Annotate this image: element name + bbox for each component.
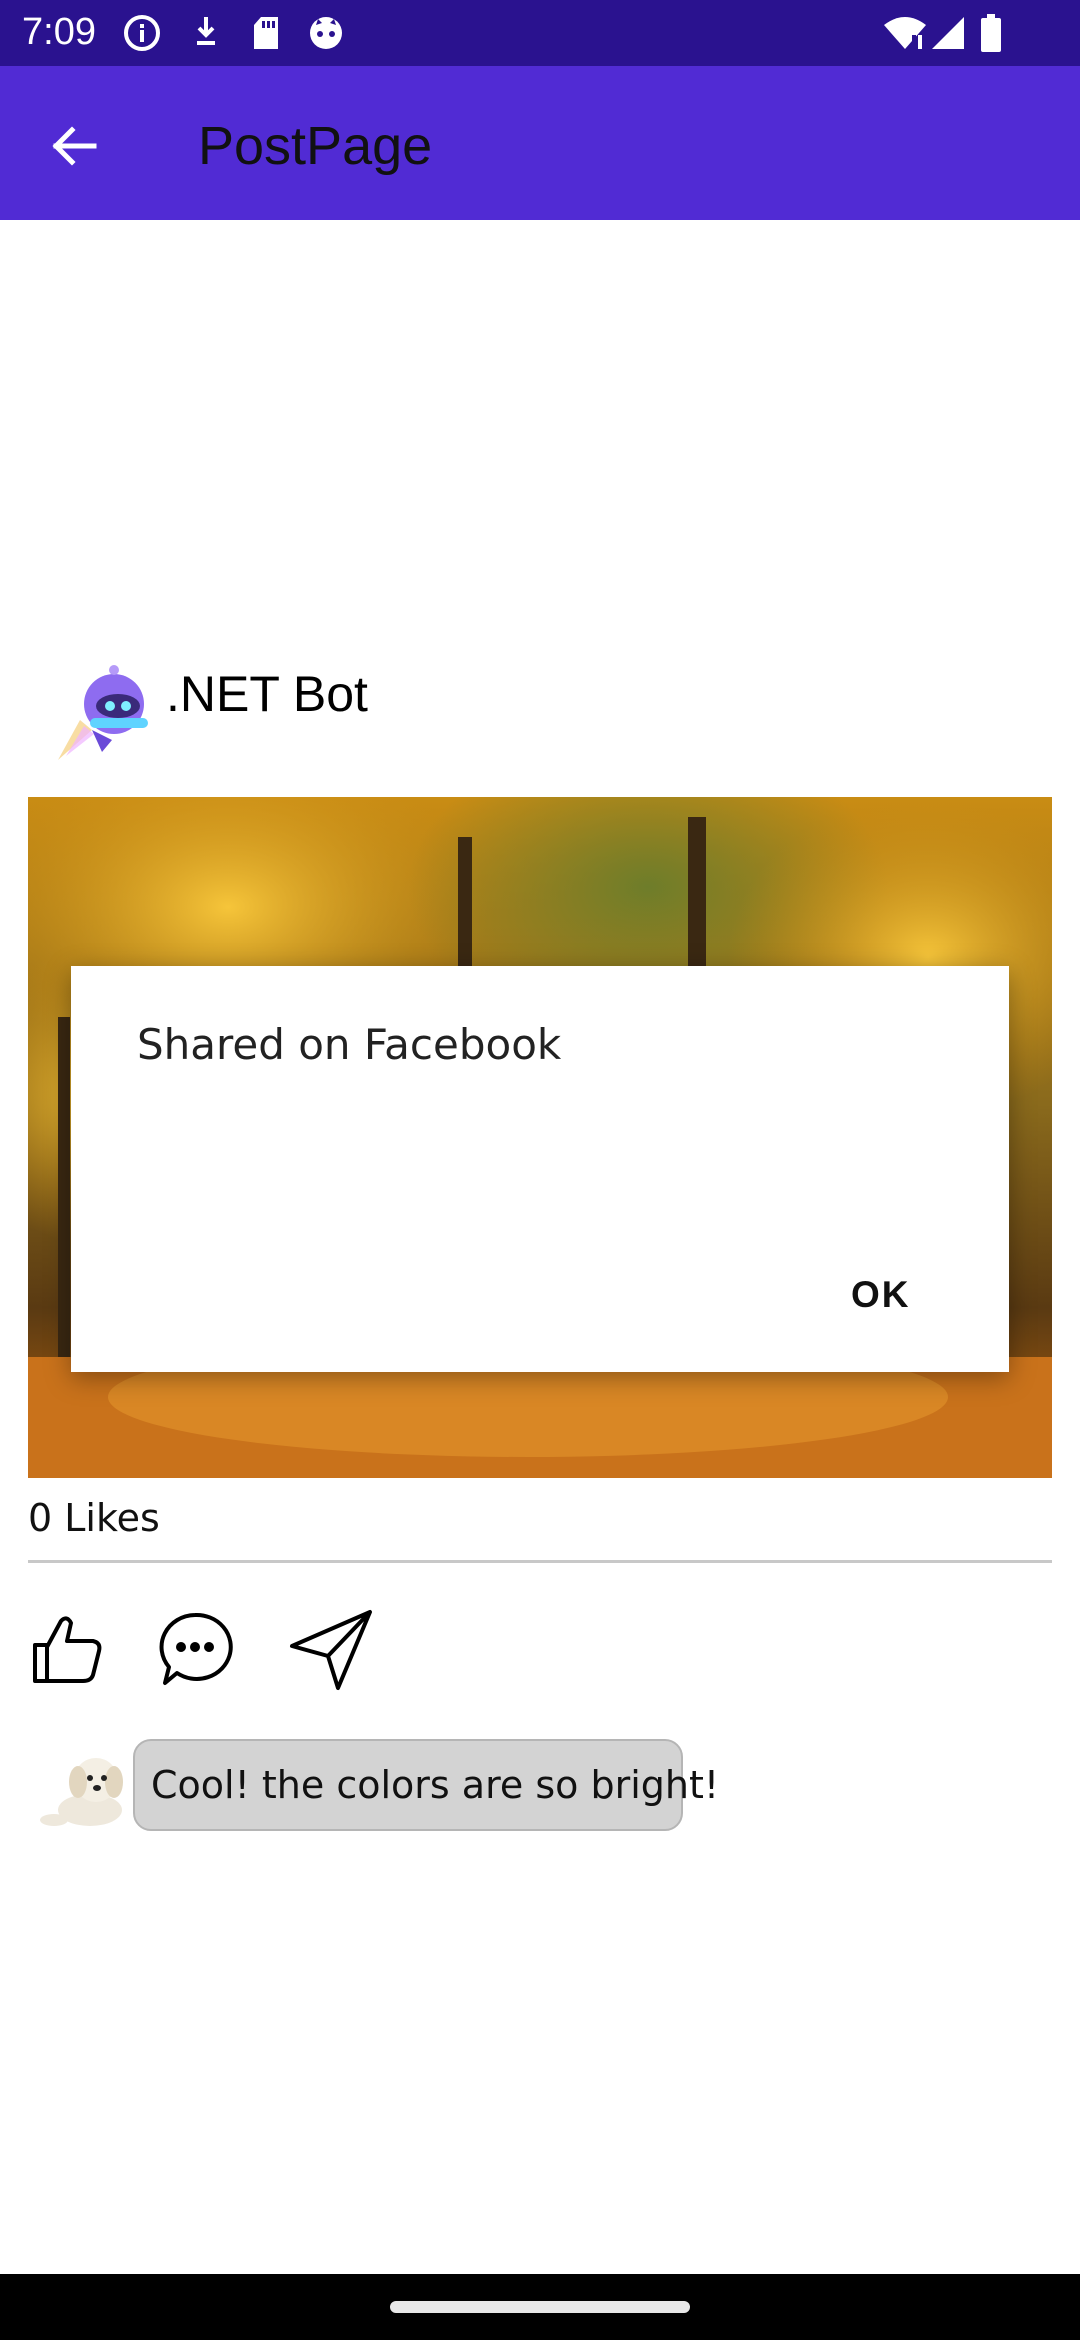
share-icon: [290, 1610, 372, 1690]
commenter-avatar: [38, 1750, 130, 1832]
comment-icon: [159, 1612, 233, 1685]
like-icon: [33, 1616, 102, 1683]
comment-bubble: Cool! the colors are so bright!: [133, 1739, 719, 1831]
ok-button[interactable]: OK: [851, 1272, 911, 1318]
signal-icon: [928, 14, 968, 52]
post-author: .NET Bot: [166, 666, 368, 722]
home-gesture-handle[interactable]: [390, 2301, 690, 2313]
sd-card-icon: [246, 14, 286, 52]
alert-dialog: Shared on Facebook OK: [71, 966, 1009, 1372]
app-bar: PostPage: [0, 66, 1080, 220]
cat-face-icon: [306, 14, 346, 52]
page-title: PostPage: [198, 116, 433, 176]
dialog-message: Shared on Facebook: [137, 1020, 562, 1069]
status-time: 7:09: [22, 11, 96, 53]
status-bar: 7:09: [0, 0, 1080, 66]
download-icon: [186, 14, 226, 52]
bot-avatar: [52, 660, 162, 770]
battery-icon: [976, 14, 1006, 52]
comment-text: Cool! the colors are so bright!: [151, 1763, 720, 1807]
back-button[interactable]: [34, 106, 114, 186]
share-button[interactable]: [286, 1604, 376, 1694]
navigation-bar: [0, 2274, 1080, 2340]
like-button[interactable]: [22, 1604, 112, 1694]
likes-count: 0 Likes: [28, 1496, 160, 1540]
info-icon: [122, 14, 162, 52]
comment-button[interactable]: [150, 1604, 240, 1694]
divider: [28, 1560, 1052, 1563]
arrow-left-icon: [52, 126, 97, 166]
wifi-icon: [882, 14, 928, 52]
